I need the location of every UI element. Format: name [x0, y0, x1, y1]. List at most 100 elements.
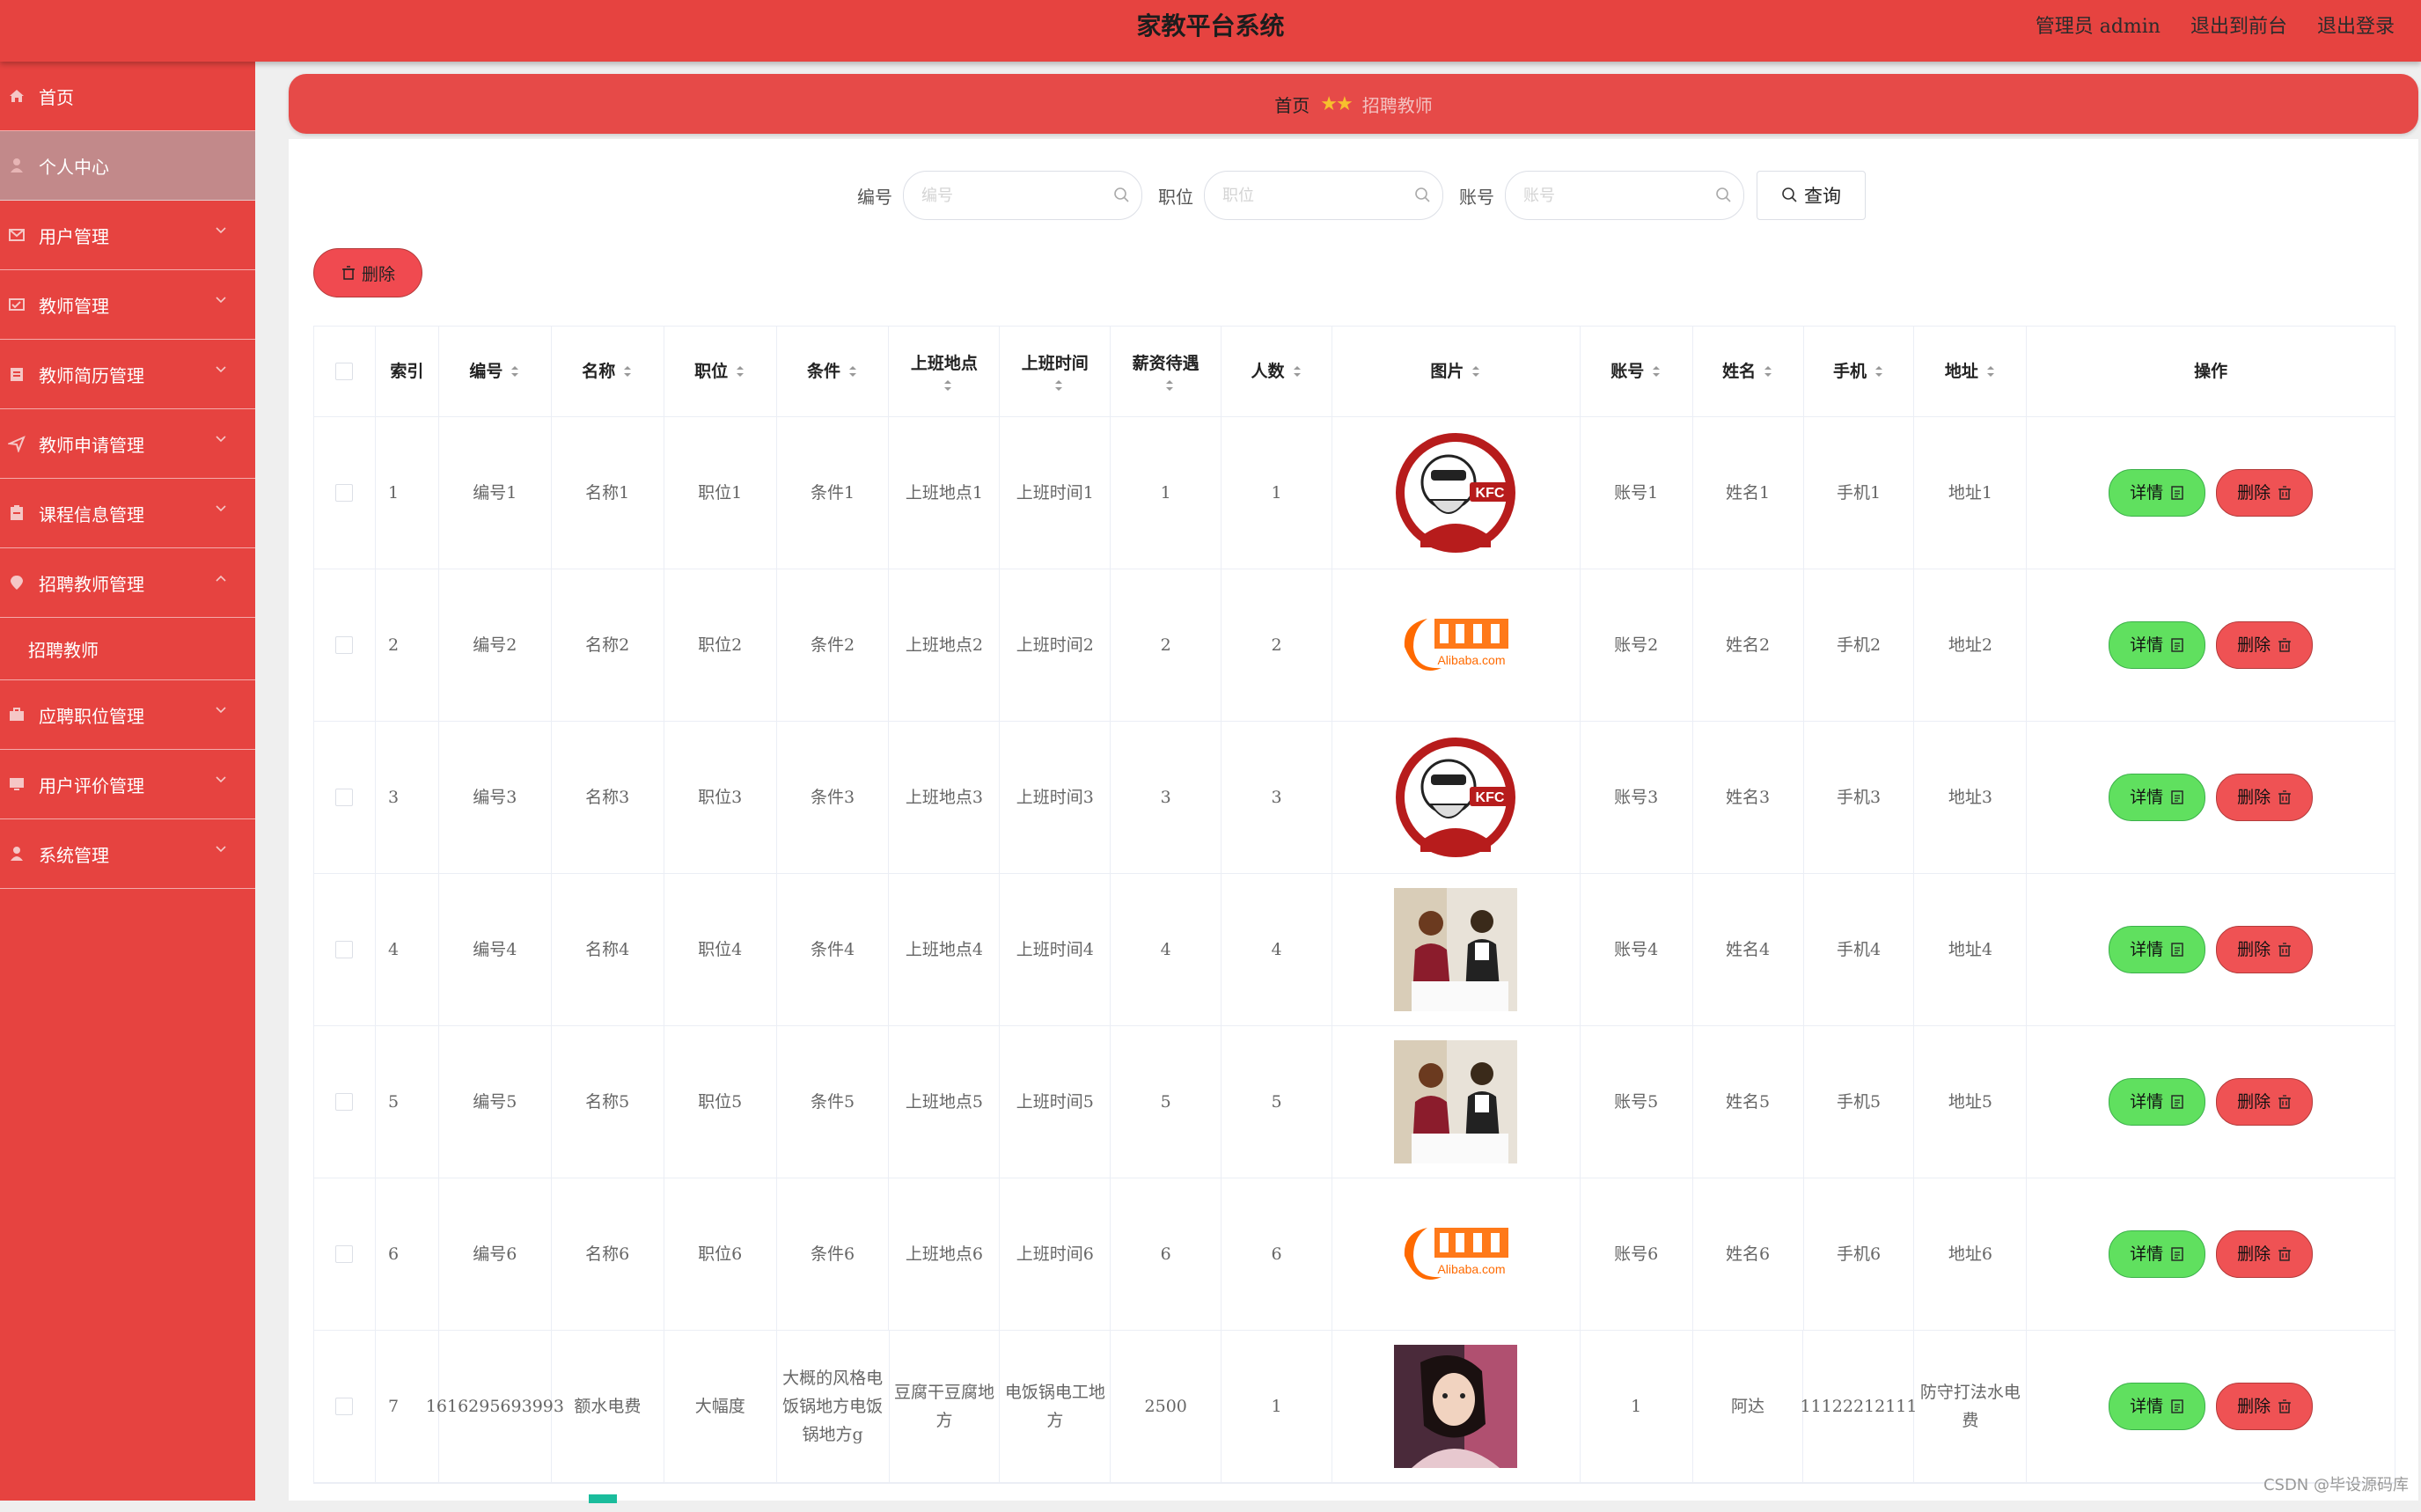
- delete-button[interactable]: 删除: [2216, 1078, 2314, 1126]
- delete-button[interactable]: 删除: [2216, 621, 2314, 669]
- sort-icon[interactable]: [1651, 363, 1662, 379]
- account-input[interactable]: [1506, 185, 1701, 206]
- header-name[interactable]: 名称: [552, 327, 664, 416]
- sort-icon[interactable]: [622, 363, 633, 379]
- logout-link[interactable]: 退出登录: [2317, 11, 2395, 39]
- header-code[interactable]: 编号: [439, 327, 552, 416]
- header-account[interactable]: 账号: [1581, 327, 1693, 416]
- sidebar-item-label: 课程信息管理: [39, 503, 144, 525]
- table-header-row: 索引 编号 名称 职位 条件 上班地点 上班时间 薪资待遇 人数 图片 账号 姓…: [314, 327, 2395, 417]
- header-position[interactable]: 职位: [664, 327, 777, 416]
- sort-icon[interactable]: [943, 378, 953, 393]
- sidebar-subitem-recruit-teacher[interactable]: 招聘教师: [0, 618, 255, 680]
- sidebar-item-teacher-management[interactable]: 教师管理: [0, 270, 255, 340]
- sort-icon[interactable]: [1471, 363, 1481, 379]
- sort-icon[interactable]: [1763, 363, 1773, 379]
- header-condition[interactable]: 条件: [777, 327, 890, 416]
- cell-salary: 1: [1111, 417, 1222, 569]
- sort-icon[interactable]: [1985, 363, 1996, 379]
- row-checkbox[interactable]: [335, 1093, 354, 1111]
- cell-index: 1: [376, 417, 439, 569]
- row-select-cell: [314, 569, 376, 721]
- delete-button[interactable]: 删除: [2216, 926, 2314, 973]
- sidebar-item-course-management[interactable]: 课程信息管理: [0, 479, 255, 548]
- row-checkbox[interactable]: [335, 636, 354, 654]
- header-work-time[interactable]: 上班时间: [1000, 327, 1111, 416]
- pagination-current-page[interactable]: [589, 1494, 617, 1503]
- header-salary[interactable]: 薪资待遇: [1111, 327, 1222, 416]
- cell-salary: 6: [1111, 1178, 1222, 1330]
- sidebar-item-resume-management[interactable]: 教师简历管理: [0, 340, 255, 409]
- detail-button[interactable]: 详情: [2109, 1383, 2206, 1430]
- sort-icon[interactable]: [847, 363, 858, 379]
- sort-icon[interactable]: [735, 363, 745, 379]
- main-content: 编号 职位 账号 查询 删除 索引 编号 名称 职位 条件: [289, 139, 2418, 1503]
- position-input[interactable]: [1205, 185, 1400, 206]
- query-button-label: 查询: [1804, 186, 1841, 207]
- cell-ops: 详情 删除: [2027, 1331, 2395, 1482]
- cell-position: 职位4: [664, 874, 777, 1025]
- sidebar-item-user-management[interactable]: 用户管理: [0, 201, 255, 270]
- header-image[interactable]: 图片: [1332, 327, 1581, 416]
- sort-icon[interactable]: [1164, 378, 1175, 393]
- star-separator-icon: ★★: [1320, 92, 1353, 115]
- header-address[interactable]: 地址: [1914, 327, 2028, 416]
- admin-user-link[interactable]: 管理员 admin: [2036, 11, 2161, 39]
- alibaba-logo-image: Alibaba.com: [1394, 1193, 1518, 1316]
- query-button[interactable]: 查询: [1757, 171, 1866, 220]
- watermark: CSDN @毕设源码库: [2263, 1476, 2409, 1494]
- sidebar-item-job-application-management[interactable]: 应聘职位管理: [0, 680, 255, 750]
- search-icon: [1114, 187, 1129, 202]
- detail-button[interactable]: 详情: [2109, 1078, 2206, 1126]
- row-checkbox[interactable]: [335, 789, 354, 806]
- breadcrumb-home[interactable]: 首页: [1274, 92, 1310, 117]
- row-checkbox[interactable]: [335, 1398, 354, 1415]
- sidebar-item-system-management[interactable]: 系统管理: [0, 819, 255, 889]
- alibaba-logo-image: Alibaba.com: [1394, 584, 1518, 707]
- detail-button[interactable]: 详情: [2109, 621, 2206, 669]
- sidebar-item-application-management[interactable]: 教师申请管理: [0, 409, 255, 479]
- cell-salary: 2500: [1111, 1331, 1222, 1482]
- cell-account: 1: [1581, 1331, 1693, 1482]
- recruit-teacher-table: 索引 编号 名称 职位 条件 上班地点 上班时间 薪资待遇 人数 图片 账号 姓…: [313, 326, 2395, 1484]
- sidebar-item-home[interactable]: 首页: [0, 62, 255, 131]
- detail-button[interactable]: 详情: [2109, 1230, 2206, 1278]
- cell-account: 账号6: [1581, 1178, 1693, 1330]
- breadcrumb: 首页 ★★ 招聘教师: [289, 74, 2418, 134]
- cell-index: 5: [376, 1026, 439, 1178]
- chevron-down-icon: [216, 846, 226, 853]
- header-work-place[interactable]: 上班地点: [889, 327, 1001, 416]
- delete-button[interactable]: 删除: [2216, 1383, 2314, 1430]
- sidebar-item-review-management[interactable]: 用户评价管理: [0, 750, 255, 819]
- select-all-checkbox[interactable]: [335, 363, 354, 380]
- code-input[interactable]: [904, 185, 1099, 206]
- chevron-down-icon: [216, 227, 226, 234]
- delete-button[interactable]: 删除: [2216, 469, 2314, 517]
- delete-button-label: 删除: [2237, 1092, 2271, 1112]
- row-checkbox[interactable]: [335, 484, 354, 502]
- batch-delete-button[interactable]: 删除: [313, 248, 422, 297]
- detail-button[interactable]: 详情: [2109, 926, 2206, 973]
- sort-icon[interactable]: [1053, 378, 1064, 393]
- row-checkbox[interactable]: [335, 941, 354, 958]
- table-body: 1 编号1 名称1 职位1 条件1 上班地点1 上班时间1 1 1 KFC 账号…: [314, 417, 2395, 1483]
- sidebar-item-personal-center[interactable]: 个人中心: [0, 131, 255, 201]
- delete-button[interactable]: 删除: [2216, 774, 2314, 821]
- back-to-frontend-link[interactable]: 退出到前台: [2190, 11, 2287, 39]
- chevron-down-icon: [216, 776, 226, 783]
- sort-icon[interactable]: [510, 363, 520, 379]
- header-phone[interactable]: 手机: [1804, 327, 1915, 416]
- header-realname[interactable]: 姓名: [1693, 327, 1804, 416]
- cell-condition: 条件5: [777, 1026, 890, 1178]
- sort-icon[interactable]: [1874, 363, 1884, 379]
- sidebar-item-recruit-management[interactable]: 招聘教师管理: [0, 548, 255, 618]
- sort-icon[interactable]: [1292, 363, 1302, 379]
- detail-button[interactable]: 详情: [2109, 774, 2206, 821]
- header-count[interactable]: 人数: [1222, 327, 1332, 416]
- cell-work-place: 上班地点5: [889, 1026, 1001, 1178]
- delete-button[interactable]: 删除: [2216, 1230, 2314, 1278]
- detail-button[interactable]: 详情: [2109, 469, 2206, 517]
- document-icon: [2171, 1399, 2183, 1413]
- row-checkbox[interactable]: [335, 1245, 354, 1263]
- cell-realname: 姓名3: [1693, 722, 1804, 873]
